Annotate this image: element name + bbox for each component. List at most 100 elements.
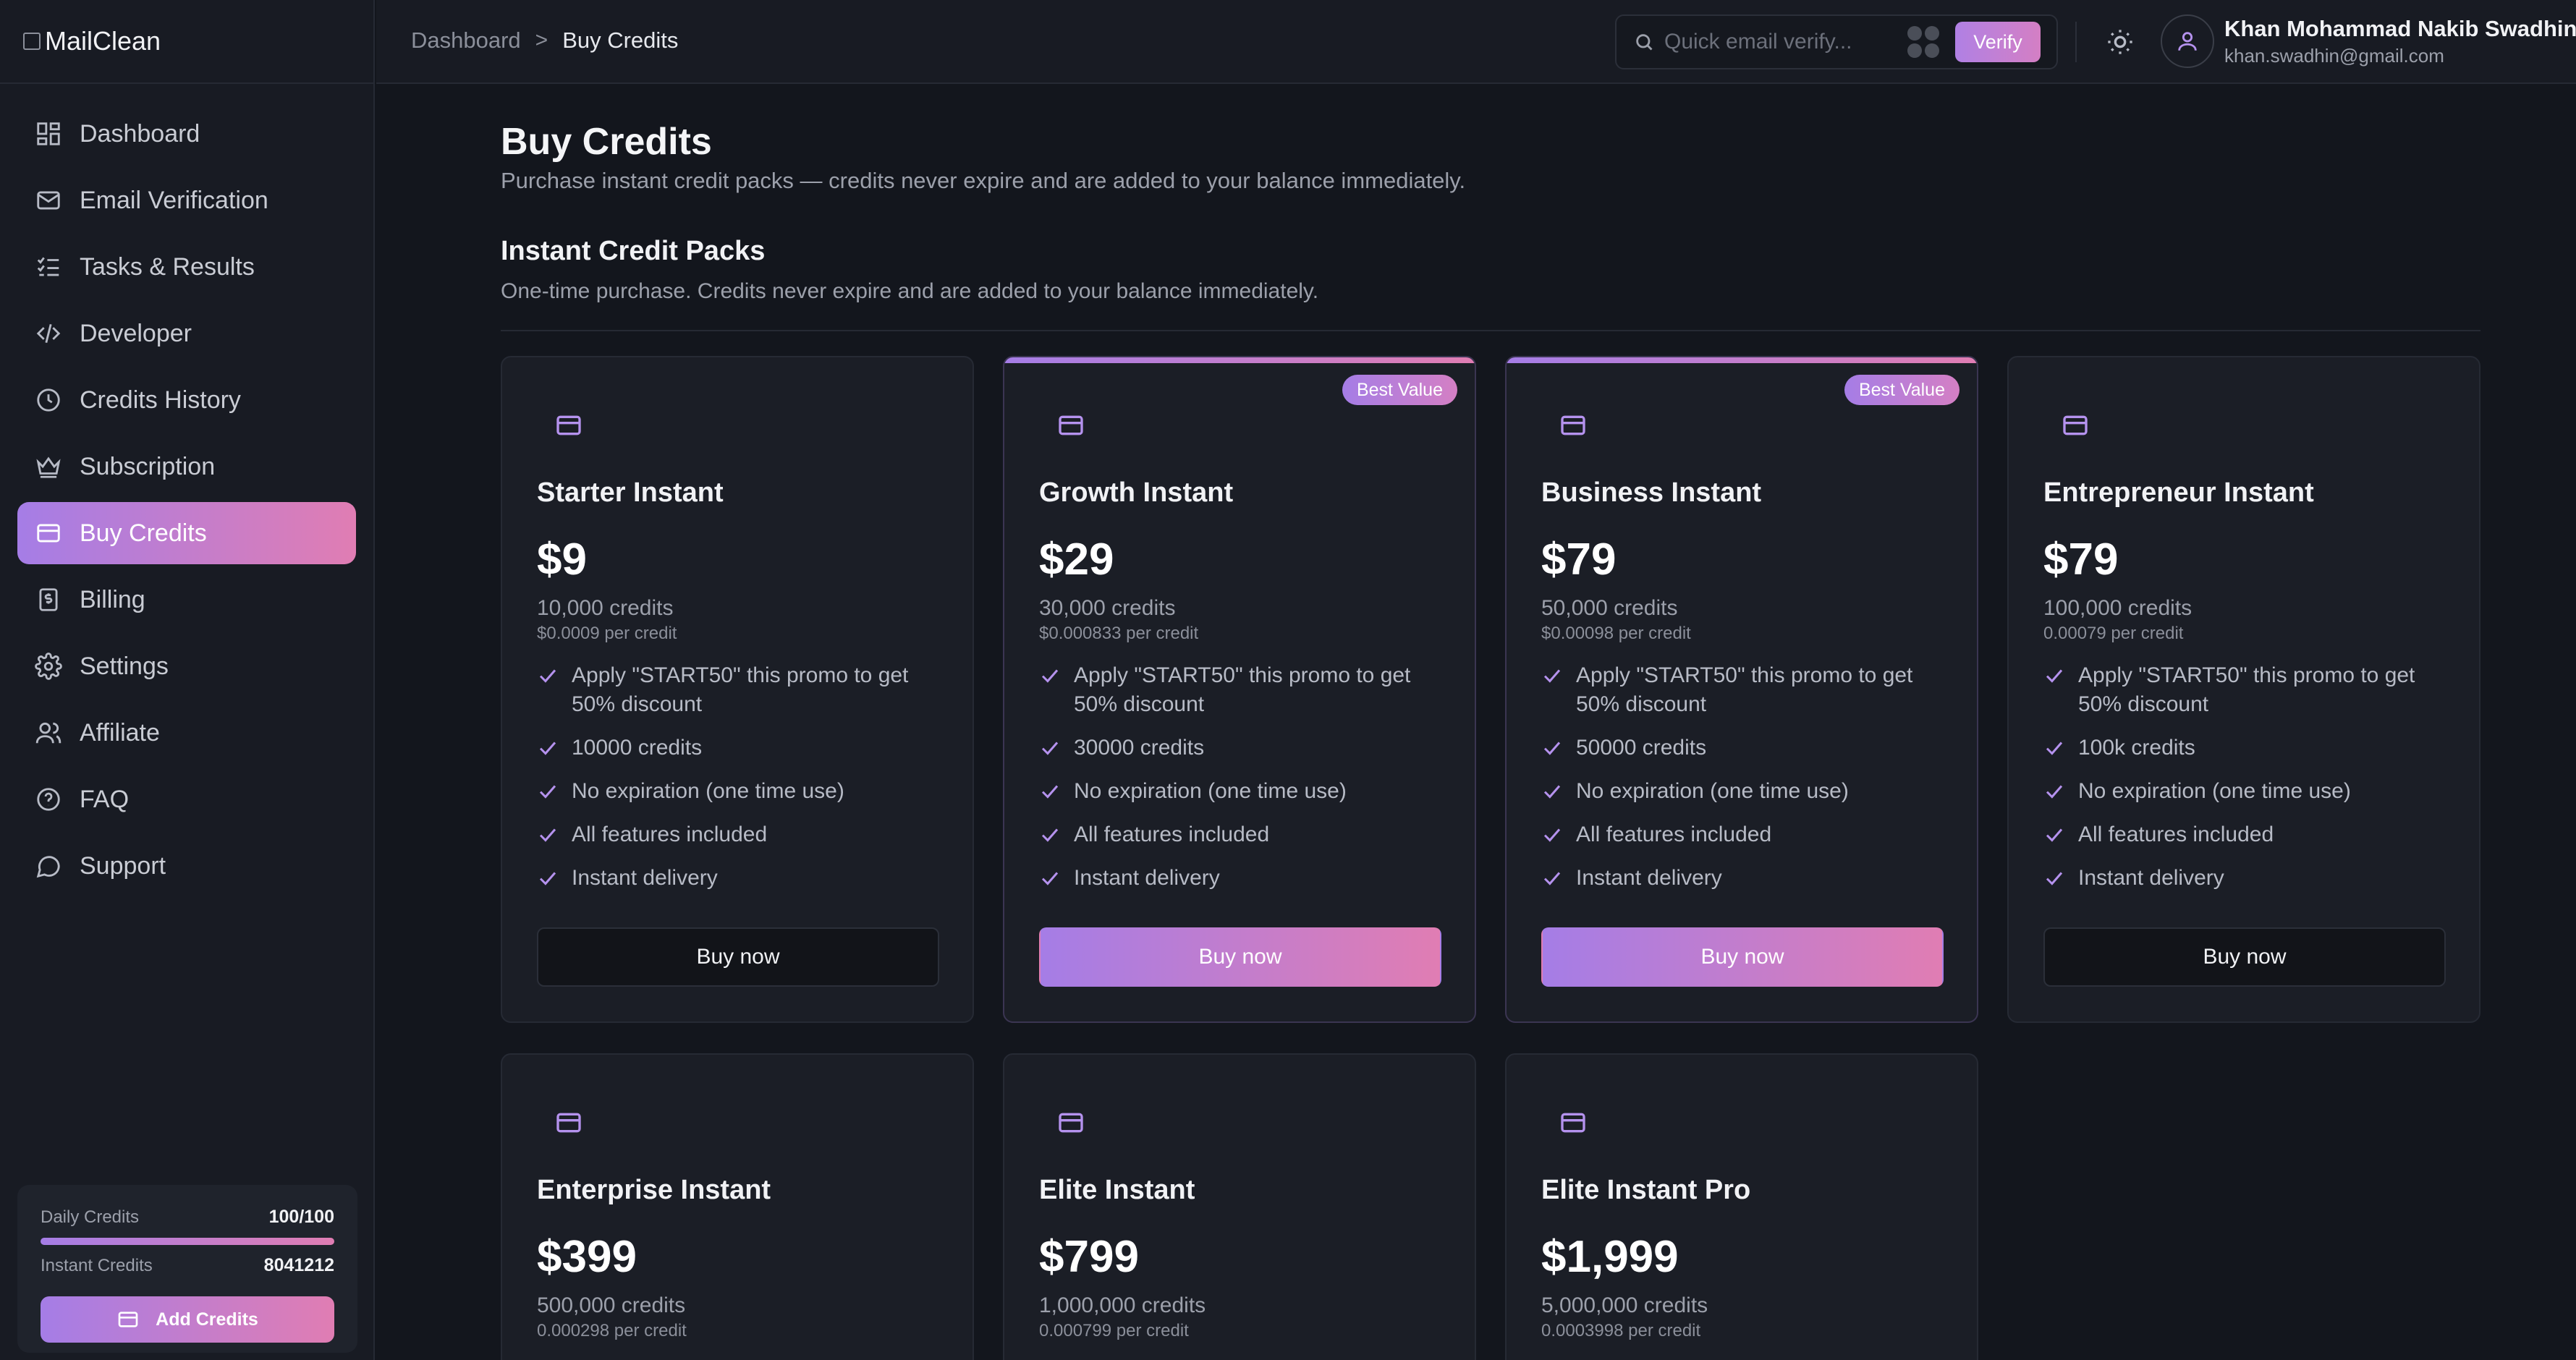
pack-price: $399 (537, 1232, 637, 1282)
sidebar-item-label: Support (80, 851, 166, 880)
add-credits-button[interactable]: Add Credits (41, 1296, 334, 1343)
search-icon (1636, 34, 1653, 51)
breadcrumb: Dashboard > Buy Credits (411, 0, 678, 81)
feature-list: Apply "START50" this promo to get 50% di… (2043, 661, 2463, 907)
check-icon (539, 872, 556, 885)
page-subtitle: Purchase instant credit packs — credits … (501, 168, 1466, 193)
feature-item: No expiration (one time use) (2043, 777, 2463, 806)
pack-per-credit: $0.000833 per credit (1039, 624, 1199, 643)
feature-item: 10000 credits (537, 734, 957, 762)
buy-now-button[interactable]: Buy now (2043, 927, 2446, 987)
check-icon (1041, 669, 1059, 683)
sidebar-item-support[interactable]: Support (17, 835, 356, 897)
check-icon (1041, 828, 1059, 842)
sidebar-item-developer[interactable]: Developer (17, 302, 356, 365)
sidebar-item-faq[interactable]: FAQ (17, 768, 356, 830)
logo[interactable]: MailClean (0, 0, 373, 84)
check-icon (1543, 669, 1561, 683)
breadcrumb-dashboard[interactable]: Dashboard (411, 27, 521, 54)
breadcrumb-separator: > (535, 28, 548, 52)
sun-icon[interactable] (2106, 27, 2135, 56)
users-icon (35, 722, 62, 744)
crown-icon (36, 456, 61, 478)
gear-icon (35, 653, 62, 680)
sidebar-item-label: Developer (80, 319, 192, 347)
user-name[interactable]: Khan Mohammad Nakib Swadhin (2224, 16, 2576, 42)
highlight-bar (1507, 357, 1977, 363)
pack-card-elite-instant-pro: Elite Instant Pro $1,999 5,000,000 credits… (1505, 1053, 1978, 1360)
feature-item: All features included (1541, 820, 1961, 849)
credit-card-icon (1559, 411, 1588, 440)
check-icon (1041, 741, 1059, 755)
feature-list: Apply "START50" this promo to get 50% di… (1039, 661, 1459, 907)
feature-item: Apply "START50" this promo to get 50% di… (537, 661, 957, 719)
app-root: MailClean Dashboard Email Verification Tas… (0, 0, 2576, 1360)
daily-credits-label: Daily Credits (41, 1207, 140, 1227)
pack-per-credit: $0.00098 per credit (1541, 624, 1691, 643)
credit-card-icon (2061, 411, 2090, 440)
check-icon (2046, 828, 2063, 842)
section-subtitle: One-time purchase. Credits never expire … (501, 279, 1319, 303)
quick-verify-box: Verify (1615, 14, 2058, 69)
main-content: Buy Credits Purchase instant credit pack… (376, 85, 2576, 1360)
check-icon (539, 828, 556, 842)
pack-price: $9 (537, 535, 587, 585)
buy-now-button[interactable]: Buy now (537, 927, 939, 987)
sidebar-item-label: Subscription (80, 452, 216, 480)
check-icon (1041, 785, 1059, 799)
credit-card-icon (1559, 1108, 1588, 1137)
pack-price: $1,999 (1541, 1232, 1679, 1282)
sidebar-item-credits-history[interactable]: Credits History (17, 369, 356, 431)
credit-card-icon (1056, 411, 1085, 440)
clock-icon (37, 388, 60, 412)
feature-item: All features included (537, 820, 957, 849)
pack-name: Elite Instant (1039, 1175, 1195, 1205)
pack-per-credit: 0.00079 per credit (2043, 624, 2184, 643)
feature-item: No expiration (one time use) (1039, 777, 1459, 806)
check-icon (1543, 872, 1561, 885)
sidebar-item-affiliate[interactable]: Affiliate (17, 702, 356, 764)
dashboard-icon (37, 122, 60, 145)
sidebar-item-buy-credits[interactable]: Buy Credits (17, 502, 356, 564)
quick-verify-input[interactable] (1664, 30, 1903, 54)
pack-price: $799 (1039, 1232, 1139, 1282)
pack-credits: 30,000 credits (1039, 596, 1176, 620)
pack-name: Entrepreneur Instant (2043, 477, 2314, 508)
sidebar-item-billing[interactable]: Billing (17, 569, 356, 631)
credit-card-icon (1056, 1108, 1085, 1137)
credit-card-icon (554, 411, 583, 440)
sidebar-item-tasks-results[interactable]: Tasks & Results (17, 236, 356, 298)
credit-card-icon (37, 524, 60, 543)
buy-now-button[interactable]: Buy now (1541, 927, 1944, 987)
pack-name: Starter Instant (537, 477, 724, 508)
check-icon (1543, 741, 1561, 755)
feature-item: Instant delivery (2043, 864, 2463, 893)
feature-item: Apply "START50" this promo to get 50% di… (2043, 661, 2463, 719)
check-icon (539, 741, 556, 755)
sidebar-item-label: Dashboard (80, 119, 200, 148)
feature-item: Instant delivery (1541, 864, 1961, 893)
sidebar-item-dashboard[interactable]: Dashboard (17, 103, 356, 165)
sidebar-item-label: Affiliate (80, 718, 160, 747)
list-check-icon (37, 257, 59, 276)
sidebar-item-settings[interactable]: Settings (17, 635, 356, 697)
check-icon (1543, 828, 1561, 842)
sidebar-item-email-verification[interactable]: Email Verification (17, 169, 356, 231)
feature-item: Instant delivery (537, 864, 957, 893)
check-icon (1543, 785, 1561, 799)
check-icon (2046, 785, 2063, 799)
pack-per-credit: 0.000799 per credit (1039, 1321, 1189, 1340)
buy-now-button[interactable]: Buy now (1039, 927, 1441, 987)
sidebar: MailClean Dashboard Email Verification Tas… (0, 0, 375, 1360)
pack-card-entrepreneur-instant: Entrepreneur Instant $79 100,000 credits 0.… (2007, 356, 2480, 1023)
pack-card-business-instant: Best Value Business Instant $79 50,000 cred… (1505, 356, 1978, 1023)
pack-card-starter-instant: Starter Instant $9 10,000 credits $0.0009 p… (501, 356, 974, 1023)
avatar[interactable] (2161, 14, 2214, 68)
sidebar-item-subscription[interactable]: Subscription (17, 435, 356, 498)
page-title: Buy Credits (501, 121, 712, 163)
pack-card-growth-instant: Best Value Growth Instant $29 30,000 credit… (1003, 356, 1476, 1023)
verify-button[interactable]: Verify (1955, 22, 2041, 62)
pack-name: Enterprise Instant (537, 1175, 771, 1205)
credits-summary: Daily Credits 100/100 Instant Credits 80… (17, 1185, 357, 1353)
logo-text: MailClean (45, 26, 161, 56)
